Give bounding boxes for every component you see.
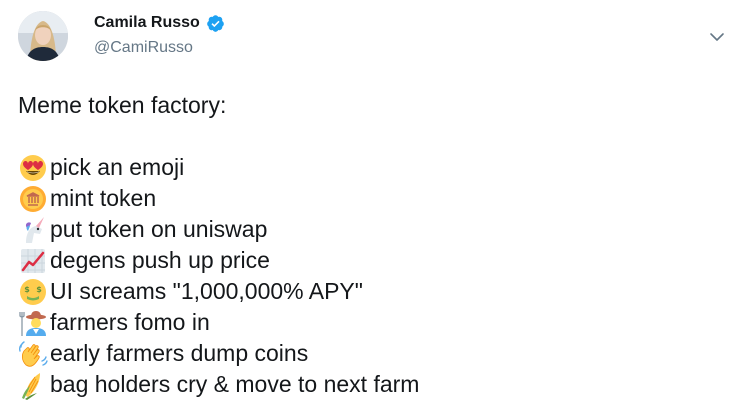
tweet-line: mint token (18, 183, 718, 214)
money-mouth-emoji-icon: $ $ (18, 277, 48, 307)
waving-hand-emoji-icon (18, 339, 48, 369)
tweet-line: $ $ UI screams "1,000,000% APY" (18, 276, 718, 307)
tweet-line-text: pick an emoji (50, 153, 185, 180)
tweet-line-text: mint token (50, 184, 157, 211)
tweet-line: farmers fomo in (18, 307, 718, 338)
author-name-row[interactable]: Camila Russo (94, 13, 225, 33)
heart-eyes-emoji-icon (18, 153, 48, 183)
farmer-emoji-icon (18, 308, 48, 338)
tweet-line: degens push up price (18, 245, 718, 276)
tweet-line-text: put token on uniswap (50, 215, 268, 242)
corn-emoji-icon (18, 370, 48, 400)
chart-increasing-emoji-icon (18, 246, 48, 276)
tweet-line-text: degens push up price (50, 246, 270, 273)
tweet-line: pick an emoji (18, 152, 718, 183)
chevron-down-icon[interactable] (706, 26, 728, 48)
tweet-line-text: farmers fomo in (50, 308, 210, 335)
tweet-text: Meme token factory: pick an emoji mint t… (18, 90, 718, 400)
tweet-line: early farmers dump coins (18, 338, 718, 369)
tweet-line-text: early farmers dump coins (50, 339, 309, 366)
avatar-image (18, 11, 68, 61)
author-handle[interactable]: @CamiRusso (94, 38, 193, 58)
verified-badge-icon (206, 14, 225, 33)
tweet-line-text: UI screams "1,000,000% APY" (50, 277, 363, 304)
coin-emoji-icon (18, 184, 48, 214)
svg-text:$: $ (24, 285, 30, 294)
tweet-card: Camila Russo @CamiRusso Meme token facto… (0, 0, 751, 418)
tweet-intro: Meme token factory: (18, 92, 227, 118)
tweet-line: put token on uniswap (18, 214, 718, 245)
avatar[interactable] (18, 11, 68, 61)
author-display-name[interactable]: Camila Russo (94, 13, 200, 33)
svg-text:$: $ (36, 285, 42, 294)
tweet-line: bag holders cry & move to next farm (18, 369, 718, 400)
unicorn-emoji-icon (18, 215, 48, 245)
tweet-line-text: bag holders cry & move to next farm (50, 370, 420, 397)
